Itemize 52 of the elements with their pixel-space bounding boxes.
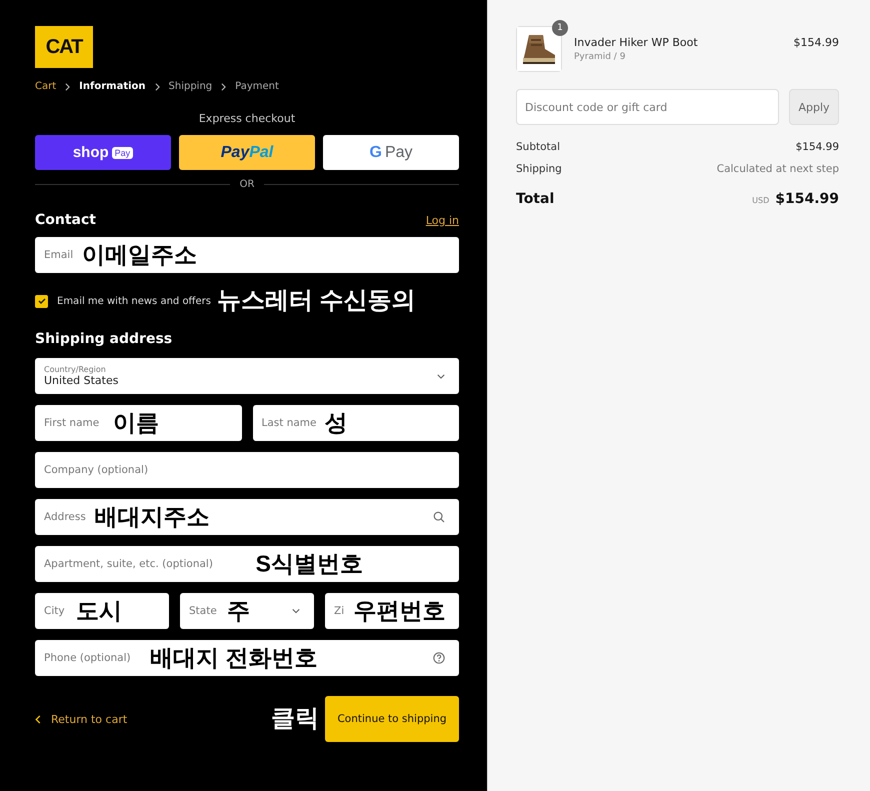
annotation-text: 뉴스레터 수신동의 xyxy=(216,288,416,314)
or-divider-text: OR xyxy=(240,179,254,190)
newsletter-label: Email me with news and offers xyxy=(57,296,211,306)
quantity-badge: 1 xyxy=(552,20,568,36)
contact-heading: Contact xyxy=(35,212,96,228)
annotation-text: 클릭 xyxy=(271,706,319,732)
shipping-address-heading: Shipping address xyxy=(35,331,174,347)
summary-label: Shipping xyxy=(516,163,562,175)
apply-button[interactable]: Apply xyxy=(789,89,839,125)
shop-pay-button[interactable]: shop Pay xyxy=(35,135,171,170)
chevron-right-icon xyxy=(221,82,226,90)
chevron-right-icon xyxy=(65,82,70,90)
login-link[interactable]: Log in xyxy=(426,214,459,227)
currency-code: USD xyxy=(752,196,770,205)
annotation-text: 이메일주소 xyxy=(82,242,197,268)
input-field[interactable]: Company (optional) xyxy=(35,452,459,488)
breadcrumb-item[interactable]: Cart xyxy=(35,81,56,92)
annotation-text: 배대지주소 xyxy=(94,504,210,530)
chevron-left-icon xyxy=(35,714,41,724)
annotation-text: 우편번호 xyxy=(353,598,446,624)
annotation-text: 배대지 전화번호 xyxy=(150,645,318,671)
summary-label: Subtotal xyxy=(516,141,560,153)
breadcrumb-item: Payment xyxy=(235,81,279,92)
breadcrumb-item: Shipping xyxy=(168,81,212,92)
chevron-right-icon xyxy=(154,82,160,90)
paypal-button[interactable]: PayPal xyxy=(179,135,315,170)
annotation-text: 주 xyxy=(227,598,250,624)
search-icon xyxy=(433,511,445,523)
annotation-text: 도시 xyxy=(76,598,122,624)
express-checkout-title: Express checkout xyxy=(198,112,296,125)
country-select[interactable]: Country/Region United States xyxy=(35,358,459,394)
summary-value: $154.99 xyxy=(796,141,839,153)
discount-code-field[interactable]: Discount code or gift card xyxy=(516,89,779,125)
help-icon xyxy=(433,652,445,664)
google-pay-button[interactable]: G Pay xyxy=(323,135,459,170)
chevron-down-icon xyxy=(437,374,445,378)
cat-logo[interactable]: CAT xyxy=(35,26,93,68)
summary-value: Calculated at next step xyxy=(716,163,839,175)
chevron-down-icon xyxy=(292,608,300,614)
annotation-text: 성 xyxy=(324,410,348,436)
product-variant: Pyramid / 9 xyxy=(574,52,626,62)
continue-to-shipping-button[interactable]: Continue to shipping xyxy=(325,696,459,742)
total-label: Total xyxy=(516,191,554,207)
total-price: $154.99 xyxy=(775,191,839,207)
product-name: Invader Hiker WP Boot xyxy=(574,36,699,49)
newsletter-checkbox[interactable] xyxy=(35,294,48,308)
breadcrumb-item: Information xyxy=(79,81,146,92)
annotation-text: S식별번호 xyxy=(256,551,363,577)
annotation-text: 이름 xyxy=(113,410,159,436)
product-price: $154.99 xyxy=(794,36,839,49)
checkmark-icon xyxy=(36,296,46,306)
return-to-cart-link[interactable]: Return to cart xyxy=(35,712,128,726)
